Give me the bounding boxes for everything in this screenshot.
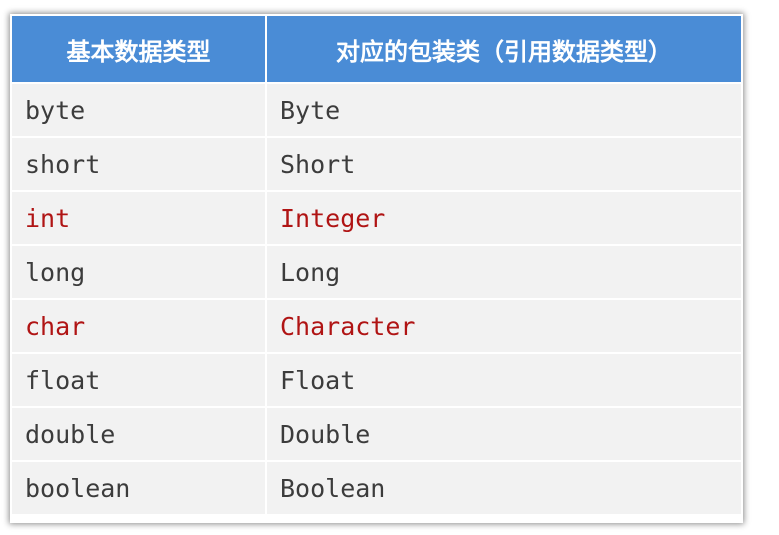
- cell-wrapper: Long: [267, 246, 741, 298]
- cell-wrapper: Byte: [267, 84, 741, 136]
- cell-wrapper: Double: [267, 408, 741, 460]
- table-grid: 基本数据类型 对应的包装类（引用数据类型） byte Byte short Sh…: [12, 16, 741, 514]
- cell-primitive: float: [12, 354, 265, 406]
- cell-wrapper: Short: [267, 138, 741, 190]
- cell-primitive: double: [12, 408, 265, 460]
- cell-wrapper: Integer: [267, 192, 741, 244]
- wrapper-class-table: 基本数据类型 对应的包装类（引用数据类型） byte Byte short Sh…: [10, 14, 743, 523]
- cell-primitive: int: [12, 192, 265, 244]
- cell-wrapper: Boolean: [267, 462, 741, 514]
- cell-primitive: short: [12, 138, 265, 190]
- cell-wrapper: Float: [267, 354, 741, 406]
- cell-primitive: boolean: [12, 462, 265, 514]
- header-primitive-type: 基本数据类型: [12, 16, 265, 82]
- cell-wrapper: Character: [267, 300, 741, 352]
- cell-primitive: byte: [12, 84, 265, 136]
- cell-primitive: long: [12, 246, 265, 298]
- cell-primitive: char: [12, 300, 265, 352]
- header-wrapper-class: 对应的包装类（引用数据类型）: [267, 16, 741, 82]
